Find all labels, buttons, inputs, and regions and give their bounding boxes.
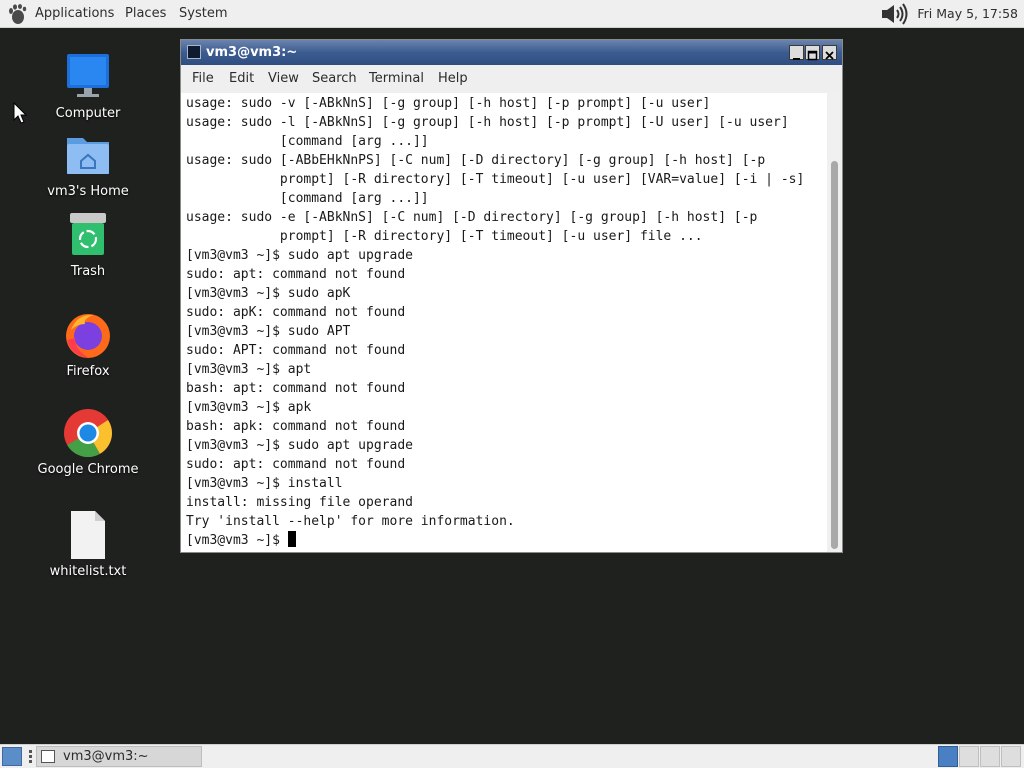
terminal-line: [vm3@vm3 ~]$ sudo apt upgrade: [186, 438, 413, 453]
close-icon: [825, 51, 834, 60]
desktop-icon-label: Trash: [70, 264, 106, 279]
terminal-line: [command [arg ...]]: [186, 191, 429, 206]
menu-help[interactable]: Help: [438, 65, 468, 93]
desktop-icon-computer[interactable]: Computer: [33, 52, 143, 121]
terminal-line: [vm3@vm3 ~]$ apt: [186, 362, 312, 377]
terminal-line: usage: sudo [-ABbEHkNnPS] [-C num] [-D d…: [186, 153, 766, 168]
text-file-icon: [63, 510, 113, 560]
workspace-2[interactable]: [959, 746, 979, 767]
menu-view[interactable]: View: [268, 65, 299, 93]
places-menu[interactable]: Places: [125, 0, 166, 28]
desktop-icon-home[interactable]: vm3's Home: [33, 130, 143, 199]
menu-search[interactable]: Search: [312, 65, 357, 93]
desktop-icon-trash[interactable]: Trash: [33, 210, 143, 279]
system-menu[interactable]: System: [179, 0, 227, 28]
clock[interactable]: Fri May 5, 17:58: [917, 0, 1018, 28]
close-button[interactable]: [822, 45, 837, 60]
terminal-icon: [187, 45, 201, 59]
terminal-line: install: missing file operand: [186, 495, 413, 510]
applications-menu[interactable]: Applications: [35, 0, 114, 28]
terminal-line: bash: apt: command not found: [186, 381, 406, 396]
terminal-line: [vm3@vm3 ~]$ install: [186, 476, 343, 491]
terminal-line: sudo: apt: command not found: [186, 457, 406, 472]
terminal-line: usage: sudo -l [-ABkNnS] [-g group] [-h …: [186, 115, 789, 130]
scrollbar-thumb[interactable]: [831, 161, 838, 549]
workspace-4[interactable]: [1001, 746, 1021, 767]
terminal-line: [command [arg ...]]: [186, 134, 429, 149]
firefox-icon: [63, 310, 113, 360]
terminal-line: sudo: apt: command not found: [186, 267, 406, 282]
terminal-icon: [41, 750, 55, 763]
top-panel: Applications Places System Fri May 5, 17…: [0, 0, 1024, 28]
desktop-icon-label: Firefox: [66, 364, 110, 379]
desktop-icon-whitelist[interactable]: whitelist.txt: [33, 510, 143, 579]
vertical-scrollbar[interactable]: [827, 93, 842, 552]
trash-icon: [63, 210, 113, 260]
panel-handle-icon: [29, 750, 32, 763]
terminal-line: prompt] [-R directory] [-T timeout] [-u …: [186, 229, 703, 244]
window-title: vm3@vm3:~: [206, 45, 298, 60]
terminal-line: [vm3@vm3 ~]$ sudo apK: [186, 286, 351, 301]
desktop-icon-label: Computer: [55, 106, 121, 121]
text-cursor: [287, 531, 296, 547]
terminal-prompt-line[interactable]: [vm3@vm3 ~]$: [186, 531, 804, 550]
menu-edit[interactable]: Edit: [229, 65, 254, 93]
menu-file[interactable]: File: [192, 65, 214, 93]
terminal-prompt: [vm3@vm3 ~]$: [186, 533, 288, 548]
workspace-3[interactable]: [980, 746, 1000, 767]
desktop-icon-label: vm3's Home: [47, 184, 129, 199]
desktop-icon-firefox[interactable]: Firefox: [33, 310, 143, 379]
desktop-icon-label: whitelist.txt: [49, 564, 127, 579]
taskbar-window-label: vm3@vm3:~: [63, 749, 149, 764]
terminal-menubar: File Edit View Search Terminal Help: [181, 65, 842, 93]
volume-icon[interactable]: [880, 3, 912, 25]
terminal-line: usage: sudo -v [-ABkNnS] [-g group] [-h …: [186, 96, 711, 111]
terminal-line: bash: apk: command not found: [186, 419, 406, 434]
maximize-icon: [807, 50, 818, 61]
window-titlebar[interactable]: vm3@vm3:~: [181, 40, 842, 65]
terminal-output[interactable]: usage: sudo -v [-ABkNnS] [-g group] [-h …: [181, 93, 827, 552]
terminal-line: sudo: APT: command not found: [186, 343, 406, 358]
desktop-icon-chrome[interactable]: Google Chrome: [33, 408, 143, 477]
terminal-line: usage: sudo -e [-ABkNnS] [-C num] [-D di…: [186, 210, 758, 225]
terminal-line: sudo: apK: command not found: [186, 305, 406, 320]
terminal-window[interactable]: vm3@vm3:~ File Edit View Search Terminal…: [180, 39, 843, 553]
menu-terminal[interactable]: Terminal: [369, 65, 424, 93]
terminal-line: prompt] [-R directory] [-T timeout] [-u …: [186, 172, 805, 187]
gnome-foot-icon[interactable]: [6, 3, 28, 25]
chrome-icon: [63, 408, 113, 458]
terminal-line: [vm3@vm3 ~]$ sudo apt upgrade: [186, 248, 413, 263]
show-desktop-icon[interactable]: [2, 747, 22, 766]
bottom-panel: vm3@vm3:~: [0, 744, 1024, 768]
maximize-button[interactable]: [805, 45, 820, 61]
minimize-icon: [793, 58, 800, 60]
minimize-button[interactable]: [789, 45, 804, 60]
terminal-line: Try 'install --help' for more informatio…: [186, 514, 515, 529]
desktop-icon-label: Google Chrome: [37, 462, 139, 477]
terminal-line: [vm3@vm3 ~]$ apk: [186, 400, 312, 415]
terminal-line: [vm3@vm3 ~]$ sudo APT: [186, 324, 351, 339]
home-folder-icon: [63, 130, 113, 180]
taskbar-window-button[interactable]: vm3@vm3:~: [36, 746, 202, 767]
computer-icon: [63, 52, 113, 102]
mouse-pointer-icon: [13, 102, 27, 124]
workspace-1[interactable]: [938, 746, 958, 767]
